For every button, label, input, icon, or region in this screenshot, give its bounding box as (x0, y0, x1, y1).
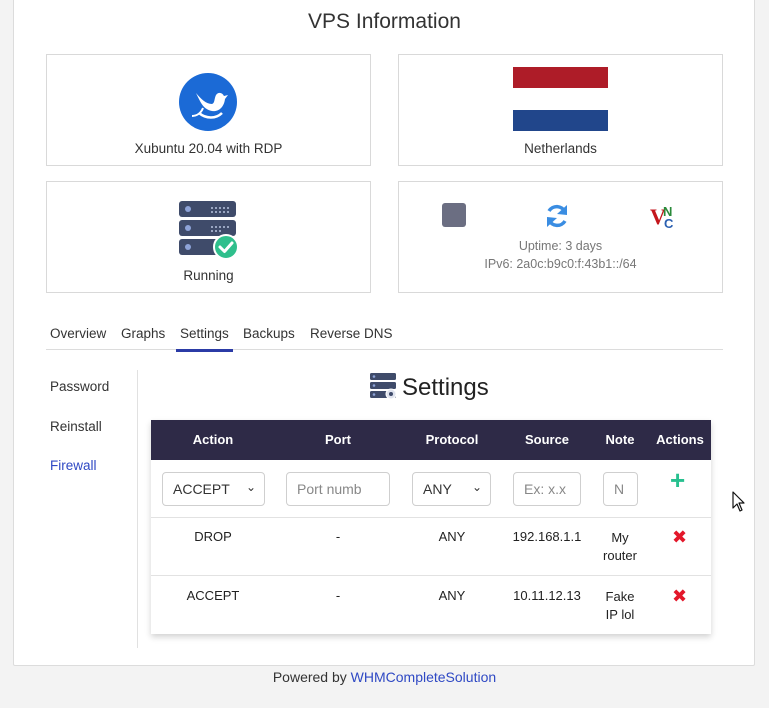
xubuntu-logo-icon (179, 73, 237, 131)
netherlands-flag-icon (513, 67, 608, 131)
controls-card: V N C Uptime: 3 days IPv6: 2a0c:b9c0:f:4… (398, 181, 723, 293)
stop-icon[interactable] (442, 203, 466, 227)
footer: Powered by WHMCompleteSolution (0, 669, 769, 685)
add-rule-icon[interactable]: + (670, 467, 685, 493)
row-port: - (335, 529, 341, 544)
protocol-select-value: ANY (423, 481, 452, 497)
source-input[interactable]: Ex: x.x (513, 472, 581, 506)
tab-backups[interactable]: Backups (243, 326, 295, 349)
footer-prefix: Powered by (272, 669, 347, 685)
row-action: ACCEPT (186, 588, 240, 603)
row-action: DROP (194, 529, 232, 544)
chevron-down-icon: ⌄ (471, 480, 482, 494)
row-note: My router (603, 530, 637, 563)
sidebar-item-reinstall[interactable]: Reinstall (50, 419, 102, 434)
delete-icon[interactable]: ✖ (672, 586, 687, 607)
settings-heading: Settings (370, 372, 489, 404)
row-protocol: ANY (438, 529, 466, 544)
firewall-table: Action Port Protocol Source Note Actions… (151, 420, 711, 634)
svg-text:C: C (664, 216, 674, 230)
server-running-icon (179, 200, 239, 260)
status-label: Running (183, 268, 234, 283)
header-action: Action (192, 432, 234, 447)
table-row: DROP - ANY 192.168.1.1 My router ✖ (151, 518, 711, 576)
row-protocol: ANY (438, 588, 466, 603)
header-port: Port (325, 432, 351, 447)
tab-graphs[interactable]: Graphs (121, 326, 165, 349)
os-card: Xubuntu 20.04 with RDP (46, 54, 371, 166)
restart-icon[interactable] (543, 202, 569, 228)
row-port: - (335, 588, 341, 603)
sidebar-item-password[interactable]: Password (50, 379, 109, 394)
tab-reverse-dns[interactable]: Reverse DNS (310, 326, 393, 349)
location-card: Netherlands (398, 54, 723, 166)
note-input[interactable]: N (603, 472, 638, 506)
settings-sidebar: Password Reinstall Firewall (50, 370, 138, 648)
protocol-select[interactable]: ANY ⌄ (412, 472, 491, 506)
row-note: Fake IP lol (605, 589, 635, 622)
ipv6-text: IPv6: 2a0c:b9c0:f:43b1::/64 (484, 257, 637, 271)
status-card: Running (46, 181, 371, 293)
tab-overview[interactable]: Overview (50, 326, 106, 349)
tab-settings[interactable]: Settings (176, 326, 233, 352)
page-title: VPS Information (308, 10, 461, 33)
uptime-text: Uptime: 3 days (518, 239, 603, 253)
row-source: 192.168.1.1 (512, 529, 582, 544)
table-header: Action Port Protocol Source Note Actions (151, 420, 711, 460)
os-label: Xubuntu 20.04 with RDP (134, 141, 283, 156)
port-input[interactable]: Port numb (286, 472, 390, 506)
location-label: Netherlands (524, 141, 597, 156)
header-source: Source (524, 432, 570, 447)
header-note: Note (605, 432, 635, 447)
row-source: 10.11.12.13 (513, 588, 581, 603)
mouse-cursor-icon (732, 491, 746, 518)
vnc-icon[interactable]: V N C (650, 202, 676, 231)
settings-title: Settings (402, 374, 489, 401)
header-actions: Actions (656, 432, 704, 447)
delete-icon[interactable]: ✖ (672, 527, 687, 548)
footer-link[interactable]: WHMCompleteSolution (351, 669, 497, 685)
new-rule-row: ACCEPT ⌄ Port numb ANY ⌄ Ex: x.x N + (151, 460, 711, 518)
action-select-value: ACCEPT (173, 481, 230, 497)
server-settings-icon (370, 372, 398, 405)
tab-bar: Overview Graphs Settings Backups Reverse… (46, 320, 723, 352)
header-protocol: Protocol (425, 432, 479, 447)
chevron-down-icon: ⌄ (245, 480, 256, 494)
sidebar-item-firewall[interactable]: Firewall (50, 458, 97, 473)
action-select[interactable]: ACCEPT ⌄ (162, 472, 265, 506)
table-row: ACCEPT - ANY 10.11.12.13 Fake IP lol ✖ (151, 576, 711, 634)
